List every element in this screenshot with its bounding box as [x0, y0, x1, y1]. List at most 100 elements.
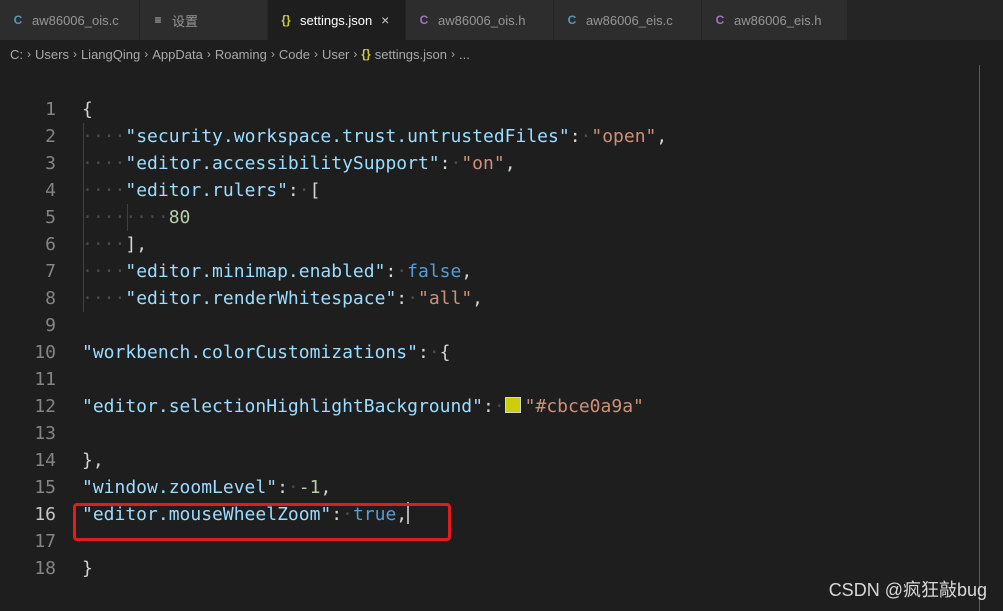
tab-label: aw86006_eis.c [586, 12, 673, 28]
code-line[interactable]: 3 ····"editor.accessibilitySupport":·"on"… [0, 150, 1003, 177]
breadcrumb-item[interactable]: LiangQing [81, 47, 140, 62]
code-line[interactable]: 10 "workbench.colorCustomizations":·{ [0, 339, 1003, 366]
whitespace-marker: · [298, 180, 310, 201]
code-text: "workbench.colorCustomizations":·{ [82, 339, 450, 366]
code-token: } [82, 558, 93, 579]
code-text: ········80 [82, 204, 190, 231]
whitespace-marker: · [580, 126, 592, 147]
whitespace-marker: ···· [82, 180, 126, 201]
code-token: -1 [298, 477, 321, 498]
code-token: : [482, 396, 494, 417]
code-line[interactable]: 6 ····], [0, 231, 1003, 258]
code-text: ····"editor.accessibilitySupport":·"on", [82, 150, 516, 177]
close-icon[interactable]: × [378, 12, 392, 28]
code-token: "open" [591, 126, 657, 147]
tab-5[interactable]: Caw86006_eis.h [702, 0, 848, 40]
color-swatch-icon[interactable] [504, 397, 521, 413]
code-text: { [82, 96, 93, 123]
code-line[interactable]: 12 "editor.selectionHighlightBackground":… [0, 393, 1003, 420]
breadcrumb-item[interactable]: Roaming [215, 47, 267, 62]
c-file-icon: C [567, 13, 577, 27]
c-file-icon: C [419, 13, 429, 27]
whitespace-marker: ········ [82, 207, 169, 228]
code-line[interactable]: 8 ····"editor.renderWhitespace":·"all", [0, 285, 1003, 312]
code-line[interactable]: 15 "window.zoomLevel":·-1, [0, 474, 1003, 501]
breadcrumb-item[interactable]: settings.json [375, 47, 447, 62]
line-number: 5 [45, 207, 56, 228]
line-number: 14 [34, 450, 56, 471]
code-text: ····"editor.renderWhitespace":·"all", [82, 285, 483, 312]
line-number: 18 [34, 558, 56, 579]
editor-ruler [979, 65, 980, 611]
code-line[interactable]: 4 ····"editor.rulers":·[ [0, 177, 1003, 204]
code-line[interactable]: 1{ [0, 96, 1003, 123]
chevron-right-icon: › [144, 47, 149, 61]
chevron-right-icon: › [270, 47, 275, 61]
tab-bar: Caw86006_ois.c ≡ 设置 {} settings.json × Caw8600… [0, 0, 1003, 40]
chevron-right-icon: › [206, 47, 211, 61]
code-line[interactable]: 13 [0, 420, 1003, 447]
line-number: 17 [34, 531, 56, 552]
chevron-right-icon: › [353, 47, 358, 61]
code-line[interactable]: 9 [0, 312, 1003, 339]
breadcrumb-item[interactable]: AppData [152, 47, 203, 62]
breadcrumb-item[interactable]: Users [35, 47, 69, 62]
code-token: "editor.accessibilitySupport" [125, 153, 440, 174]
whitespace-marker: · [493, 396, 505, 417]
code-token: : [385, 261, 397, 282]
line-number: 16 [34, 504, 56, 525]
breadcrumb-item[interactable]: ... [459, 47, 470, 62]
code-token: { [82, 99, 93, 120]
whitespace-marker: · [450, 153, 462, 174]
code-token: }, [82, 450, 104, 471]
code-token: 80 [168, 207, 191, 228]
line-number: 12 [34, 396, 56, 417]
whitespace-marker: · [407, 288, 418, 309]
whitespace-marker: · [287, 477, 299, 498]
whitespace-marker: ···· [82, 261, 126, 282]
line-number: 3 [45, 153, 56, 174]
tab-3[interactable]: Caw86006_ois.h [406, 0, 554, 40]
chevron-right-icon: › [27, 47, 31, 61]
whitespace-marker: · [396, 261, 408, 282]
code-line[interactable]: 5 ········80 [0, 204, 1003, 231]
code-line[interactable]: 14}, [0, 447, 1003, 474]
breadcrumb: C: › Users › LiangQing › AppData › Roaming › Code ›… [0, 40, 1003, 68]
code-line[interactable]: 7 ····"editor.minimap.enabled":·false, [0, 258, 1003, 285]
whitespace-marker: ···· [82, 288, 126, 309]
code-token: , [320, 477, 332, 498]
line-number: 15 [34, 477, 56, 498]
line-number: 13 [34, 423, 56, 444]
code-token: "window.zoomLevel" [82, 477, 278, 498]
code-token: ], [125, 234, 148, 255]
code-text: "editor.selectionHighlightBackground":· "… [82, 393, 644, 420]
code-token: "editor.minimap.enabled" [125, 261, 386, 282]
tab-2[interactable]: {} settings.json × [268, 0, 406, 40]
tab-label: aw86006_eis.h [734, 12, 822, 28]
tab-label: aw86006_ois.h [438, 12, 526, 28]
code-token: : [277, 477, 288, 498]
tab-1[interactable]: ≡ 设置 [140, 0, 268, 40]
tab-4[interactable]: Caw86006_eis.c [554, 0, 702, 40]
whitespace-marker: ···· [82, 234, 126, 255]
settings-icon: ≡ [154, 13, 162, 27]
code-text: }, [82, 447, 104, 474]
tab-0[interactable]: Caw86006_ois.c [0, 0, 140, 40]
code-token: "workbench.colorCustomizations" [82, 342, 418, 363]
code-token: "editor.renderWhitespace" [125, 288, 397, 309]
breadcrumb-item[interactable]: C: [10, 47, 23, 62]
breadcrumb-item[interactable]: User [322, 47, 349, 62]
line-number: 9 [45, 315, 56, 336]
line-number: 7 [45, 261, 56, 282]
code-line[interactable]: 11 [0, 366, 1003, 393]
code-token: : [417, 342, 429, 363]
code-line[interactable]: 2 ····"security.workspace.trust.untrusted… [0, 123, 1003, 150]
chevron-right-icon: › [451, 47, 455, 61]
line-number: 4 [45, 180, 56, 201]
breadcrumb-item[interactable]: Code [279, 47, 310, 62]
code-token: [ [309, 180, 321, 201]
code-token: , [504, 153, 516, 174]
json-file-icon: {} [281, 13, 291, 27]
code-token: , [461, 261, 473, 282]
whitespace-marker: ···· [82, 153, 126, 174]
